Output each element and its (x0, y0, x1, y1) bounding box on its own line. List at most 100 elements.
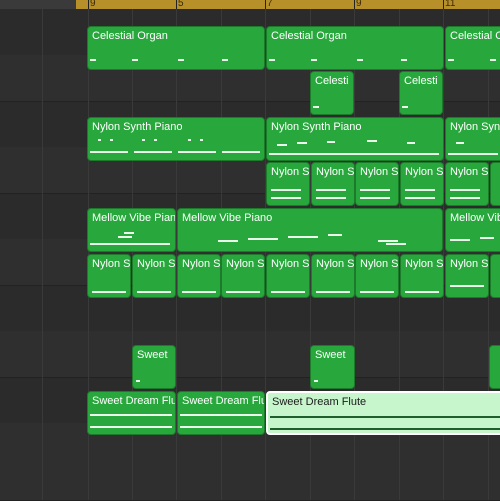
region-nylon-synth-piano[interactable]: Nylon Synt (445, 117, 500, 161)
midi-note (367, 140, 377, 142)
region-title: Nylon S (360, 166, 399, 178)
region-sweet[interactable]: Sweet (310, 345, 355, 389)
midi-note (90, 151, 128, 153)
region-celestial-organ[interactable]: Celestial O (445, 26, 500, 70)
region-title: Sweet (315, 349, 346, 361)
cycle-region-bar[interactable] (76, 0, 500, 9)
midi-note (316, 291, 350, 293)
region-nylon-synth[interactable]: Nylon S (87, 254, 131, 298)
region-nylon-synth[interactable]: Nylon S (400, 162, 444, 206)
region-sweet[interactable]: Sweet (132, 345, 176, 389)
region-nylon-synth[interactable] (490, 254, 500, 298)
midi-note (314, 380, 318, 382)
timeline-ruler[interactable]: 9 5 7 9 11 (0, 0, 500, 9)
midi-note (327, 141, 335, 143)
region-title: Nylon Synth Piano (92, 121, 183, 133)
midi-note (401, 59, 407, 61)
region-title: Mellow Vibe Piano (92, 212, 176, 224)
midi-note (178, 59, 184, 61)
midi-note (405, 197, 435, 199)
region-nylon-synth[interactable]: Nylon S (266, 254, 310, 298)
midi-note (360, 197, 390, 199)
region-nylon-synth[interactable]: Nylon S (355, 162, 399, 206)
midi-note (180, 426, 262, 428)
ruler-tick (88, 0, 89, 9)
track-lane[interactable] (0, 331, 500, 378)
region-title: Sweet Dream Flute (182, 395, 264, 407)
ruler-tick (443, 0, 444, 9)
midi-note (277, 144, 287, 146)
region-title: Nylon S (360, 258, 399, 270)
midi-note (182, 291, 216, 293)
region-celestial[interactable]: Celesti (399, 71, 443, 115)
region-title: Nylon S (226, 258, 265, 270)
midi-note (360, 291, 394, 293)
region-nylon-synth[interactable]: Nylon S (445, 162, 489, 206)
midi-note (450, 285, 484, 287)
region-celestial[interactable]: Celesti (310, 71, 354, 115)
region-nylon-synth[interactable]: Nylon S (266, 162, 310, 206)
midi-note (226, 291, 260, 293)
region-title: Nylon S (92, 258, 131, 270)
region-title: Celesti (315, 75, 349, 87)
midi-note (222, 151, 260, 153)
region-nylon-synth[interactable]: Nylon S (445, 254, 489, 298)
region-mellow-vibe-piano[interactable]: Mellow Vibe (445, 208, 500, 252)
region-celestial-organ[interactable]: Celestial Organ (87, 26, 265, 70)
region-title: Sweet (137, 349, 168, 361)
midi-note (90, 243, 170, 245)
midi-note (180, 414, 262, 416)
midi-note (405, 291, 439, 293)
midi-note (200, 139, 203, 141)
midi-note (222, 59, 228, 61)
midi-note (490, 59, 496, 61)
midi-note (480, 237, 494, 239)
midi-note (90, 426, 172, 428)
midi-note (357, 59, 363, 61)
region-nylon-synth[interactable]: Nylon S (177, 254, 221, 298)
region-mellow-vibe-piano[interactable]: Mellow Vibe Piano (87, 208, 176, 252)
region-title: Nylon S (182, 258, 221, 270)
ruler-bar-number: 9 (356, 0, 362, 9)
region-nylon-synth[interactable]: Nylon S (400, 254, 444, 298)
midi-note (271, 189, 301, 191)
region-nylon-synth[interactable]: Nylon S (221, 254, 265, 298)
region-nylon-synth[interactable]: Nylon S (355, 254, 399, 298)
region-sweet-dream-flute-selected[interactable]: Sweet Dream Flute (266, 391, 500, 435)
midi-note (270, 416, 500, 418)
region-nylon-synth[interactable] (490, 162, 500, 206)
midi-note (98, 139, 101, 141)
region-title: Celestial O (450, 30, 500, 42)
midi-note (136, 380, 140, 382)
region-title: Mellow Vibe (450, 212, 500, 224)
region-nylon-synth[interactable]: Nylon S (311, 162, 355, 206)
midi-note (288, 236, 318, 238)
midi-note (118, 236, 132, 238)
region-title: Nylon S (450, 258, 489, 270)
ruler-bar-number: 5 (178, 0, 184, 9)
region-sweet-dream-flute[interactable]: Sweet Dream Flute (87, 391, 176, 435)
midi-note (328, 234, 342, 236)
midi-note (271, 197, 301, 199)
midi-note (90, 59, 96, 61)
midi-note (154, 139, 157, 141)
region-sweet[interactable] (489, 345, 500, 389)
region-sweet-dream-flute[interactable]: Sweet Dream Flute (177, 391, 265, 435)
region-mellow-vibe-piano[interactable]: Mellow Vibe Piano (177, 208, 443, 252)
region-celestial-organ[interactable]: Celestial Organ (266, 26, 444, 70)
ruler-tick (354, 0, 355, 9)
midi-note (448, 153, 498, 155)
midi-note (218, 240, 238, 242)
midi-note (269, 59, 275, 61)
region-nylon-synth[interactable]: Nylon S (132, 254, 176, 298)
region-title: Nylon S (316, 258, 355, 270)
region-title: Nylon S (405, 258, 444, 270)
midi-note (90, 414, 172, 416)
region-nylon-synth-piano[interactable]: Nylon Synth Piano (266, 117, 444, 161)
midi-note (142, 139, 145, 141)
midi-note (110, 139, 113, 141)
region-nylon-synth-piano[interactable]: Nylon Synth Piano (87, 117, 265, 161)
ruler-tick (176, 0, 177, 9)
region-nylon-synth[interactable]: Nylon S (311, 254, 355, 298)
midi-note (297, 142, 307, 144)
